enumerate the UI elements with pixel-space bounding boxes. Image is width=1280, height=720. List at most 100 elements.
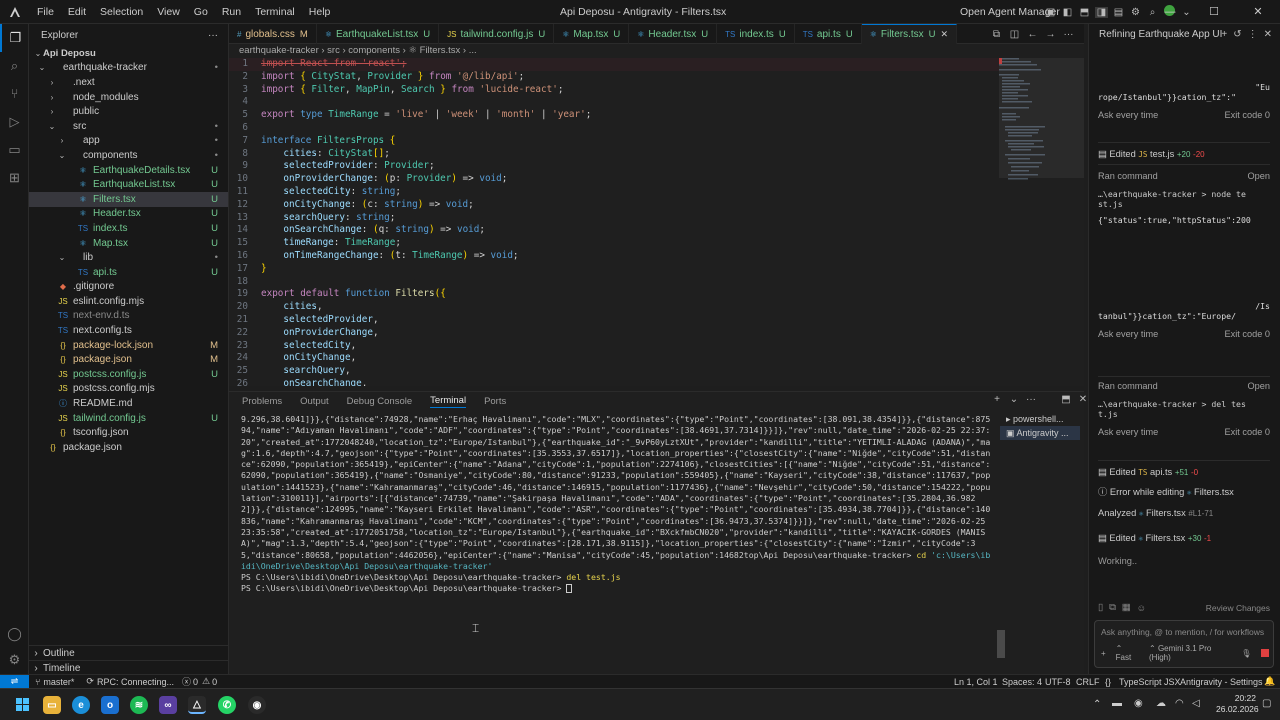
tab-tailwind-config-js[interactable]: JS tailwind.config.js U bbox=[439, 24, 555, 44]
file-item[interactable]: {} package-lock.json M bbox=[29, 338, 228, 353]
error-editing-step[interactable]: ⓘ Error while editing ⚛ Filters.tsx bbox=[1098, 484, 1270, 498]
extensions-icon[interactable]: ⊞ bbox=[0, 164, 29, 192]
new-terminal-icon[interactable]: + bbox=[991, 394, 1003, 405]
notifications-icon[interactable]: 🔔 bbox=[1264, 676, 1275, 687]
ask-every-time-dropdown[interactable]: Ask every time bbox=[1098, 427, 1158, 437]
menu-help[interactable]: Help bbox=[302, 0, 338, 24]
file-item[interactable]: TS index.ts U bbox=[29, 221, 228, 236]
file-item[interactable]: ◆ .gitignore bbox=[29, 280, 228, 295]
add-attachment-icon[interactable]: + bbox=[1101, 649, 1106, 658]
folder-item[interactable]: › app • bbox=[29, 134, 228, 149]
chat-input-placeholder[interactable]: Ask anything, @ to mention, / for workfl… bbox=[1095, 621, 1273, 637]
code-line[interactable]: 17} bbox=[229, 263, 999, 276]
close-button[interactable]: ✕ bbox=[1236, 0, 1280, 24]
code-line[interactable]: 4 bbox=[229, 96, 999, 109]
toggle-aside-icon[interactable]: ◨ bbox=[1095, 6, 1108, 18]
menu-file[interactable]: File bbox=[30, 0, 61, 24]
file-item[interactable]: ⚛ Header.tsx U bbox=[29, 207, 228, 222]
tray-expand-icon[interactable]: ⌃ bbox=[1093, 699, 1101, 710]
file-item[interactable]: JS tailwind.config.js U bbox=[29, 411, 228, 426]
code-line[interactable]: 16 onTimeRangeChange: (t: TimeRange) => … bbox=[229, 250, 999, 263]
open-command-button[interactable]: Open bbox=[1248, 381, 1270, 391]
code-line[interactable]: 24 onCityChange, bbox=[229, 352, 999, 365]
edited-api-ts-step[interactable]: ▤ Edited TS api.ts +51 -0 bbox=[1098, 460, 1270, 478]
files-icon[interactable]: ▦ bbox=[1122, 602, 1131, 613]
code-line[interactable]: 20 cities, bbox=[229, 301, 999, 314]
file-item[interactable]: ⚛ Map.tsx U bbox=[29, 236, 228, 251]
menu-selection[interactable]: Selection bbox=[93, 0, 150, 24]
edited-test-js-step[interactable]: ▤ Edited JS test.js +20 -20 bbox=[1098, 142, 1270, 160]
panel-tab-ports[interactable]: Ports bbox=[484, 396, 506, 407]
toggle-panel-icon[interactable]: ⬒ bbox=[1078, 7, 1091, 18]
customize-layout-icon[interactable]: ▤ bbox=[1112, 7, 1125, 18]
panel-tab-output[interactable]: Output bbox=[300, 396, 329, 407]
code-line[interactable]: 22 onProviderChange, bbox=[229, 327, 999, 340]
microphone-icon[interactable]: 🎙 bbox=[1241, 649, 1251, 658]
code-editor[interactable]: 1 import React from 'react'; 2 import { Cit… bbox=[229, 58, 999, 386]
rpc-status[interactable]: RPC: Connecting... bbox=[97, 677, 174, 687]
ask-every-time-dropdown[interactable]: Ask every time bbox=[1098, 329, 1158, 339]
timeline-section[interactable]: › Timeline bbox=[29, 660, 229, 675]
code-line[interactable]: 12 onCityChange: (c: string) => void; bbox=[229, 199, 999, 212]
file-item[interactable]: {} package.json M bbox=[29, 352, 228, 367]
clock[interactable]: 20:22 26.02.2026 bbox=[1216, 693, 1259, 715]
workspace-root[interactable]: ⌄ Api Deposu bbox=[29, 46, 228, 61]
manage-gear-icon[interactable]: ⚙ bbox=[0, 646, 29, 674]
add-context-icon[interactable]: ☺ bbox=[1137, 603, 1147, 613]
explorer-icon[interactable]: ❐ bbox=[0, 24, 29, 52]
tab-header-tsx[interactable]: ⚛ Header.tsx U bbox=[629, 24, 718, 44]
menu-terminal[interactable]: Terminal bbox=[248, 0, 302, 24]
code-line[interactable]: 3 import { Filter, MapPin, Search } from … bbox=[229, 84, 999, 97]
tab-api-ts[interactable]: TS api.ts U bbox=[795, 24, 862, 44]
open-changes-icon[interactable]: ⧉ bbox=[990, 29, 1003, 40]
mode-dropdown[interactable]: ⌃ Fast bbox=[1116, 644, 1139, 662]
file-item[interactable]: ⚛ EarthquakeDetails.tsx U bbox=[29, 163, 228, 178]
file-item[interactable]: ⚛ EarthquakeList.tsx U bbox=[29, 177, 228, 192]
code-line[interactable]: 13 searchQuery: string; bbox=[229, 212, 999, 225]
visual-studio-icon[interactable]: ∞ bbox=[159, 696, 177, 714]
code-line[interactable]: 11 selectedCity: string; bbox=[229, 186, 999, 199]
chrome-tray-icon[interactable]: ◉ bbox=[1134, 698, 1143, 709]
run-debug-icon[interactable]: ▷ bbox=[0, 108, 29, 136]
notification-center-icon[interactable]: ▢ bbox=[1262, 698, 1271, 709]
minimap[interactable] bbox=[999, 58, 1084, 386]
file-icon[interactable]: ▯ bbox=[1098, 602, 1103, 613]
file-item[interactable]: {} package.json bbox=[29, 440, 228, 455]
file-item[interactable]: ⓘ README.md bbox=[29, 396, 228, 411]
split-editor-icon[interactable]: ◫ bbox=[1008, 29, 1021, 40]
encoding[interactable]: UTF-8 bbox=[1045, 677, 1071, 687]
remote-explorer-icon[interactable]: ▭ bbox=[0, 136, 29, 164]
folder-item[interactable]: › node_modules bbox=[29, 90, 228, 105]
edge-browser-icon[interactable]: e bbox=[72, 696, 90, 714]
panel-tab-problems[interactable]: Problems bbox=[242, 396, 282, 407]
antigravity-settings[interactable]: Antigravity - Settings bbox=[1180, 677, 1263, 687]
stop-button[interactable] bbox=[1261, 649, 1269, 657]
code-line[interactable]: 21 selectedProvider, bbox=[229, 314, 999, 327]
file-item[interactable]: ⚛ Filters.tsx U bbox=[29, 191, 228, 207]
source-control-icon[interactable]: ⑂ bbox=[0, 80, 29, 108]
back-icon[interactable]: ← bbox=[1026, 29, 1039, 40]
code-line[interactable]: 26 onSearchChange, bbox=[229, 378, 999, 386]
code-line[interactable]: 23 selectedCity, bbox=[229, 340, 999, 353]
file-item[interactable]: JS postcss.config.mjs bbox=[29, 382, 228, 397]
folder-item[interactable]: › public bbox=[29, 104, 228, 119]
file-explorer-icon[interactable]: ▭ bbox=[43, 696, 61, 714]
panel-tab-terminal[interactable]: Terminal bbox=[430, 395, 467, 408]
maximize-button[interactable]: ☐ bbox=[1192, 0, 1236, 24]
folder-item[interactable]: ⌄ earthquake-tracker • bbox=[29, 61, 228, 76]
code-line[interactable]: 14 onSearchChange: (q: string) => void; bbox=[229, 224, 999, 237]
folder-item[interactable]: ⌄ lib • bbox=[29, 250, 228, 265]
antigravity-app-icon[interactable]: △ bbox=[188, 696, 206, 714]
terminal-instance[interactable]: ▸ powershell... bbox=[1000, 412, 1080, 426]
file-item[interactable]: JS eslint.config.mjs bbox=[29, 294, 228, 309]
code-line[interactable]: 8 cities: CityStat[]; bbox=[229, 148, 999, 161]
file-item[interactable]: {} tsconfig.json bbox=[29, 425, 228, 440]
more-actions-icon[interactable]: ··· bbox=[1025, 394, 1037, 405]
spotify-icon[interactable]: ≋ bbox=[130, 696, 148, 714]
file-item[interactable]: JS postcss.config.js U bbox=[29, 367, 228, 382]
error-count[interactable]: 0 bbox=[193, 677, 198, 687]
code-line[interactable]: 6 bbox=[229, 122, 999, 135]
file-item[interactable]: TS next-env.d.ts bbox=[29, 309, 228, 324]
outlook-icon[interactable]: o bbox=[101, 696, 119, 714]
model-dropdown[interactable]: ⌃ Gemini 3.1 Pro (High) bbox=[1149, 644, 1231, 662]
